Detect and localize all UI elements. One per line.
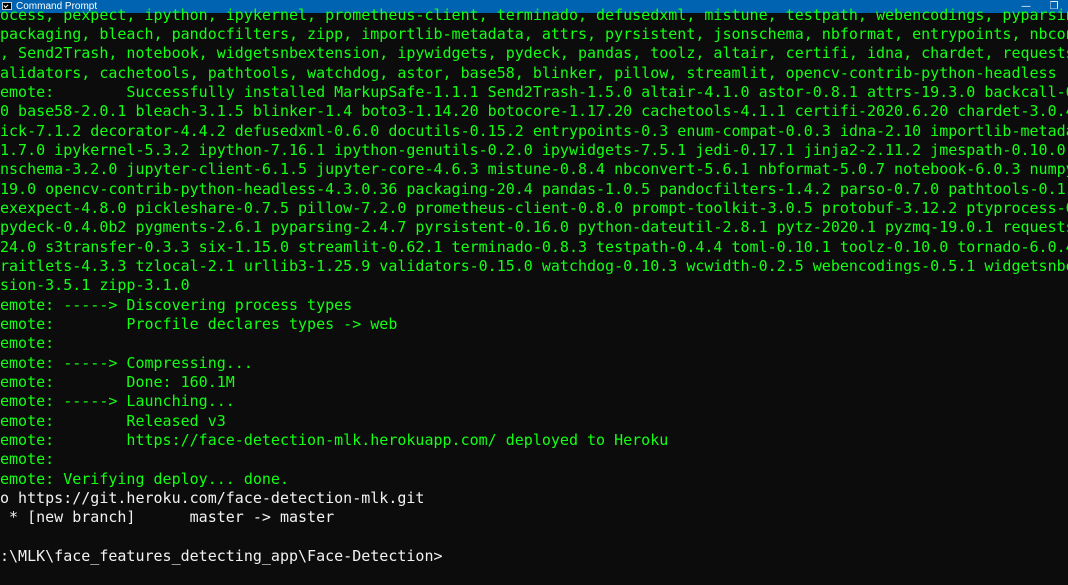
console-line: 1.7.0 ipykernel-5.3.2 ipython-7.16.1 ipy… (0, 141, 1068, 159)
console-line: nschema-3.2.0 jupyter-client-6.1.5 jupyt… (0, 160, 1068, 178)
console-line: packaging, bleach, pandocfilters, zipp, … (0, 25, 1068, 43)
console-line: ocess, pexpect, ipython, ipykernel, prom… (0, 6, 1068, 24)
console-line: emote: -----> Launching... (0, 392, 235, 410)
console-output[interactable]: ocess, pexpect, ipython, ipykernel, prom… (0, 6, 1068, 585)
console-line: 0 base58-2.0.1 bleach-3.1.5 blinker-1.4 … (0, 102, 1068, 120)
console-line: exexpect-4.8.0 pickleshare-0.7.5 pillow-… (0, 199, 1068, 217)
console-line: raitlets-4.3.3 tzlocal-2.1 urllib3-1.25.… (0, 257, 1068, 275)
console-line: emote: Successfully installed MarkupSafe… (0, 83, 1068, 101)
console-line: emote: -----> Compressing... (0, 354, 253, 372)
console-line: emote: Released v3 (0, 412, 226, 430)
console-line: pydeck-0.4.0b2 pygments-2.6.1 pyparsing-… (0, 218, 1068, 236)
console-line: , Send2Trash, notebook, widgetsnbextensi… (0, 44, 1068, 62)
console-line: 24.0 s3transfer-0.3.3 six-1.15.0 streaml… (0, 238, 1068, 256)
console-line: ick-7.1.2 decorator-4.4.2 defusedxml-0.6… (0, 122, 1068, 140)
command-prompt-window: Command Prompt — ❐ ocess, pexpect, ipyth… (0, 0, 1068, 585)
console-line: alidators, cachetools, pathtools, watchd… (0, 64, 1057, 82)
console-line: emote: Procfile declares types -> web (0, 315, 398, 333)
console-line: o https://git.heroku.com/face-detection-… (0, 489, 425, 507)
console-line: * [new branch] master -> master (0, 508, 335, 526)
console-line: emote: Done: 160.1M (0, 373, 235, 391)
command-prompt-line[interactable]: :\MLK\face_features_detecting_app\Face-D… (0, 547, 443, 566)
console-line: 19.0 opencv-contrib-python-headless-4.3.… (0, 180, 1068, 198)
console-line: emote: Verifying deploy... done. (0, 470, 289, 488)
console-line: emote: https://face-detection-mlk.heroku… (0, 431, 669, 449)
console-line: sion-3.5.1 zipp-3.1.0 (0, 276, 190, 294)
console-line: emote: -----> Discovering process types (0, 296, 353, 314)
console-line: emote: (0, 450, 55, 468)
console-line: emote: (0, 334, 55, 352)
